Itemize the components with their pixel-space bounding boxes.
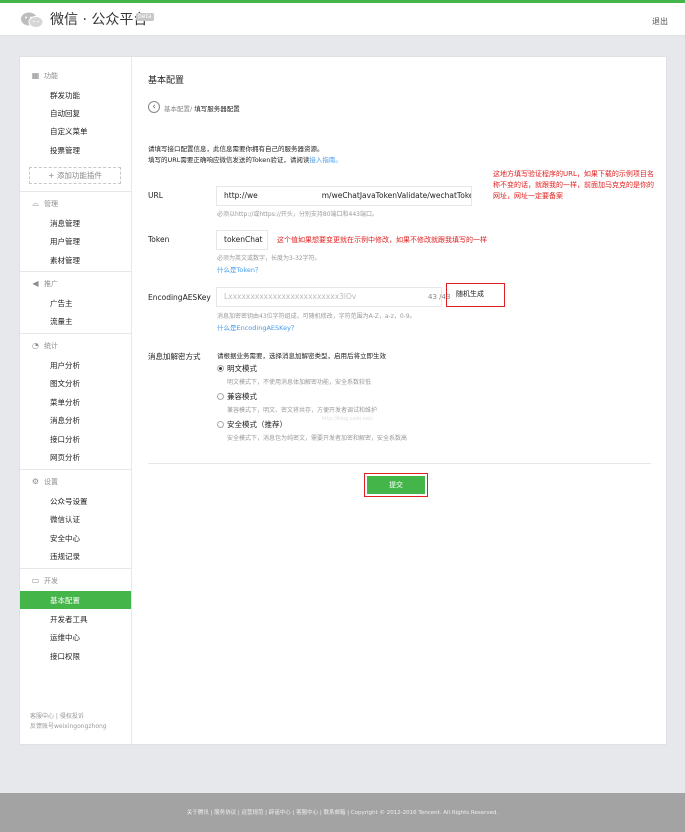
encrypt-intro: 请根据业务需要，选择消息加解密类型，启用后将立即生效 [217, 352, 386, 360]
sidebar-item-mass-send[interactable]: 群发功能 [50, 90, 80, 101]
sidebar-item-vote[interactable]: 投票管理 [50, 145, 80, 156]
url-hint: 必须以http://或https://开头，分别支持80端口和443端口。 [217, 211, 378, 218]
sidebar-footer-links[interactable]: 客服中心 | 侵权投诉 [30, 712, 107, 722]
sidebar-item-custom-menu[interactable]: 自定义菜单 [50, 126, 88, 137]
aeskey-help-link[interactable]: 什么是EncodingAESKey？ [217, 322, 297, 332]
sidebar-item-dev-tools[interactable]: 开发者工具 [50, 614, 88, 625]
sidebar-footer: 客服中心 | 侵权投诉 反馈账号weixingongzhong [30, 712, 107, 732]
sidebar-section-develop: ▭ 开发 [31, 576, 58, 586]
tray-icon: ⌓ [32, 199, 39, 208]
secure-desc: 安全模式下，消息包为纯密文，需要开发者加密和解密，安全系数高 [227, 435, 408, 442]
watermark: http://blog.csdn.net/ [322, 416, 373, 422]
token-help-link[interactable]: 什么是Token？ [217, 264, 262, 274]
sidebar-item-users[interactable]: 用户管理 [50, 236, 80, 247]
logout-link[interactable]: 退出 [652, 16, 668, 27]
sidebar-item-security[interactable]: 安全中心 [50, 533, 80, 544]
submit-button[interactable]: 提交 [367, 476, 425, 494]
sidebar-divider [20, 568, 131, 569]
intro-text-2: 填写的URL需要正确响应微信发送的Token验证，请阅读接入指南。 [148, 156, 342, 164]
url-label: URL [148, 191, 163, 200]
app-badge: beta [136, 13, 154, 21]
sidebar-section-promote: ◀ 推广 [32, 279, 58, 289]
pie-chart-icon: ◔ [32, 341, 39, 350]
sidebar-divider [20, 469, 131, 470]
sidebar-item-api-analysis[interactable]: 接口分析 [50, 434, 80, 445]
top-header: 微信 · 公众平台 beta 退出 [0, 3, 685, 36]
sidebar-divider [20, 333, 131, 334]
sidebar-item-advertiser[interactable]: 广告主 [50, 298, 73, 309]
aeskey-hint: 消息加密密钥由43位字符组成，可随机修改，字符范围为A-Z，a-z，0-9。 [217, 313, 416, 320]
aeskey-input[interactable]: Lxxxxxxxxxxxxxxxxxxxxxxxxx3lOv [216, 287, 442, 307]
submit-highlight-box: 提交 [364, 473, 428, 497]
sidebar-item-messages[interactable]: 消息管理 [50, 218, 80, 229]
sidebar-item-menu-analysis[interactable]: 菜单分析 [50, 397, 80, 408]
breadcrumb: 基本配置/ 填写服务器配置 [164, 103, 240, 113]
grid-icon: ▦ [31, 71, 40, 80]
page-footer: 关于腾讯 | 服务协议 | 运营规范 | 辟谣中心 | 客服中心 | 联系邮箱 … [0, 793, 685, 832]
sidebar-item-auto-reply[interactable]: 自动回复 [50, 108, 80, 119]
gear-icon: ⚙ [31, 477, 40, 486]
encrypt-label: 消息加解密方式 [148, 352, 201, 361]
sidebar-item-account-settings[interactable]: 公众号设置 [50, 496, 88, 507]
sidebar: ▦ 功能 群发功能 自动回复 自定义菜单 投票管理 + 添加功能插件 ⌓ 管理 消息… [20, 57, 132, 744]
footer-links[interactable]: 关于腾讯 | 服务协议 | 运营规范 | 辟谣中心 | 客服中心 | 联系邮箱 … [0, 808, 685, 816]
page-title: 基本配置 [148, 76, 185, 86]
form-divider [148, 463, 651, 464]
code-icon: ▭ [31, 576, 40, 585]
sidebar-footer-feedback: 反馈账号weixingongzhong [30, 723, 107, 730]
sidebar-item-api-permissions[interactable]: 接口权限 [50, 651, 80, 662]
sidebar-item-basic-config[interactable]: 基本配置 [20, 591, 131, 609]
radio-secure-mode[interactable]: 安全模式（推荐） [217, 419, 287, 430]
sidebar-divider [20, 271, 131, 272]
sidebar-item-verification[interactable]: 微信认证 [50, 514, 80, 525]
app-title[interactable]: 微信 · 公众平台 [50, 9, 147, 29]
token-hint: 必须为英文或数字，长度为3-32字符。 [217, 255, 321, 262]
radio-plaintext-mode[interactable]: 明文模式 [217, 363, 257, 374]
sidebar-item-web-analysis[interactable]: 网页分析 [50, 452, 80, 463]
sidebar-item-materials[interactable]: 素材管理 [50, 255, 80, 266]
breadcrumb-parent[interactable]: 基本配置/ [164, 105, 192, 113]
back-icon[interactable]: ‹ [148, 101, 160, 113]
token-annotation: 这个值如果想要变更就在示例中修改，如果不修改就跟我填写的一样 [277, 236, 487, 244]
megaphone-icon: ◀ [32, 279, 39, 288]
aeskey-label: EncodingAESKey [148, 293, 211, 302]
sidebar-section-settings: ⚙ 设置 [31, 477, 58, 487]
content-area: 基本配置 ‹ 基本配置/ 填写服务器配置 请填写接口配置信息，此信息需要你拥有自… [132, 57, 667, 744]
radio-selected-icon [217, 365, 224, 372]
compatible-desc: 兼容模式下，明文、密文将共存，方便开发者调试和维护 [227, 407, 378, 414]
intro-text: 请填写接口配置信息，此信息需要你拥有自己的服务器资源。 [148, 145, 324, 153]
add-plugin-button[interactable]: + 添加功能插件 [29, 167, 121, 184]
sidebar-divider [20, 191, 131, 192]
sidebar-item-ops-center[interactable]: 运维中心 [50, 632, 80, 643]
main-panel: ▦ 功能 群发功能 自动回复 自定义菜单 投票管理 + 添加功能插件 ⌓ 管理 消息… [19, 56, 667, 745]
sidebar-item-message-analysis[interactable]: 消息分析 [50, 415, 80, 426]
sidebar-section-function: ▦ 功能 [31, 71, 58, 81]
radio-unselected-icon [217, 393, 224, 400]
sidebar-item-user-analysis[interactable]: 用户分析 [50, 360, 80, 371]
radio-compatible-mode[interactable]: 兼容模式 [217, 391, 257, 402]
token-input[interactable]: tokenChat [216, 230, 268, 250]
url-input[interactable]: http://we m/weChatJavaTokenValidate/wecha… [216, 186, 472, 206]
sidebar-section-manage: ⌓ 管理 [32, 199, 58, 209]
access-guide-link[interactable]: 接入指南。 [309, 156, 342, 164]
sidebar-section-stats: ◔ 统计 [32, 341, 58, 351]
sidebar-item-violations[interactable]: 违规记录 [50, 551, 80, 562]
wechat-logo-icon [21, 12, 44, 28]
sidebar-item-article-analysis[interactable]: 图文分析 [50, 378, 80, 389]
sidebar-item-publisher[interactable]: 流量主 [50, 316, 73, 327]
breadcrumb-current: 填写服务器配置 [194, 105, 240, 113]
random-generate-button[interactable]: 随机生成 [456, 289, 484, 299]
plaintext-desc: 明文模式下，不使用消息体加解密功能，安全系数较低 [227, 379, 372, 386]
token-label: Token [148, 235, 170, 244]
radio-unselected-icon [217, 421, 224, 428]
url-annotation: 这地方填写验证程序的URL，如果下载的示例项目名 称不变的话，就跟我的一样，前面… [493, 170, 654, 200]
